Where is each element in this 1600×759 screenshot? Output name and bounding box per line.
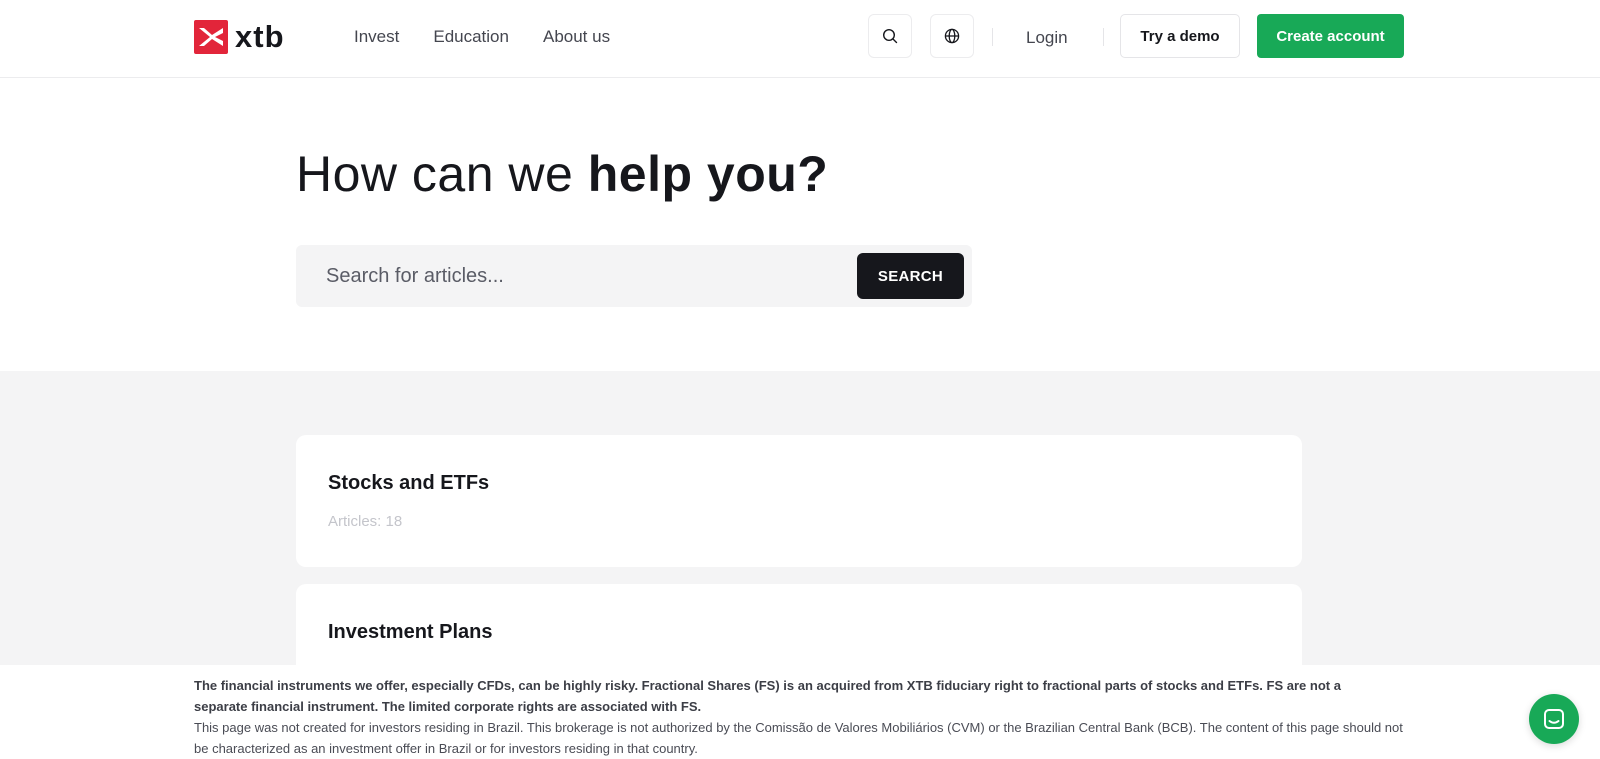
category-title: Stocks and ETFs <box>328 472 490 494</box>
disclaimer-brazil-text: This page was not created for investors … <box>194 720 1403 756</box>
article-search-input[interactable] <box>326 261 826 291</box>
category-title: Investment Plans <box>328 621 493 643</box>
article-search-button[interactable]: SEARCH <box>857 253 964 299</box>
search-icon <box>882 28 898 44</box>
chat-launcher-button[interactable] <box>1529 694 1579 744</box>
logo-text: xtb <box>235 19 285 54</box>
xtb-logo-icon <box>194 20 228 54</box>
category-article-count: Articles: 18 <box>328 513 403 530</box>
article-search-box: SEARCH <box>296 245 972 307</box>
xtb-logo[interactable]: xtb <box>194 20 285 54</box>
nav-invest[interactable]: Invest <box>354 26 399 48</box>
chat-icon <box>1544 709 1564 729</box>
header-divider <box>992 28 993 46</box>
main-nav: Invest Education About us <box>354 26 610 48</box>
page-title: How can we help you? <box>296 144 828 204</box>
hero-section: How can we help you? SEARCH <box>0 78 1600 371</box>
title-bold: help you? <box>587 146 829 202</box>
title-light: How can we <box>296 146 588 202</box>
disclaimer-risk-text: The financial instruments we offer, espe… <box>194 678 1341 714</box>
category-card-stocks-etfs[interactable]: Stocks and ETFs Articles: 18 <box>296 435 1302 567</box>
try-demo-button[interactable]: Try a demo <box>1120 14 1240 58</box>
login-link[interactable]: Login <box>1026 27 1068 49</box>
header-divider <box>1103 28 1104 46</box>
nav-about-us[interactable]: About us <box>543 26 610 48</box>
globe-icon <box>944 28 960 44</box>
search-button[interactable] <box>868 14 912 58</box>
language-button[interactable] <box>930 14 974 58</box>
nav-education[interactable]: Education <box>433 26 509 48</box>
site-header: xtb Invest Education About us Login Try … <box>0 0 1600 78</box>
create-account-button[interactable]: Create account <box>1257 14 1404 58</box>
risk-disclaimer-banner: The financial instruments we offer, espe… <box>0 665 1600 759</box>
